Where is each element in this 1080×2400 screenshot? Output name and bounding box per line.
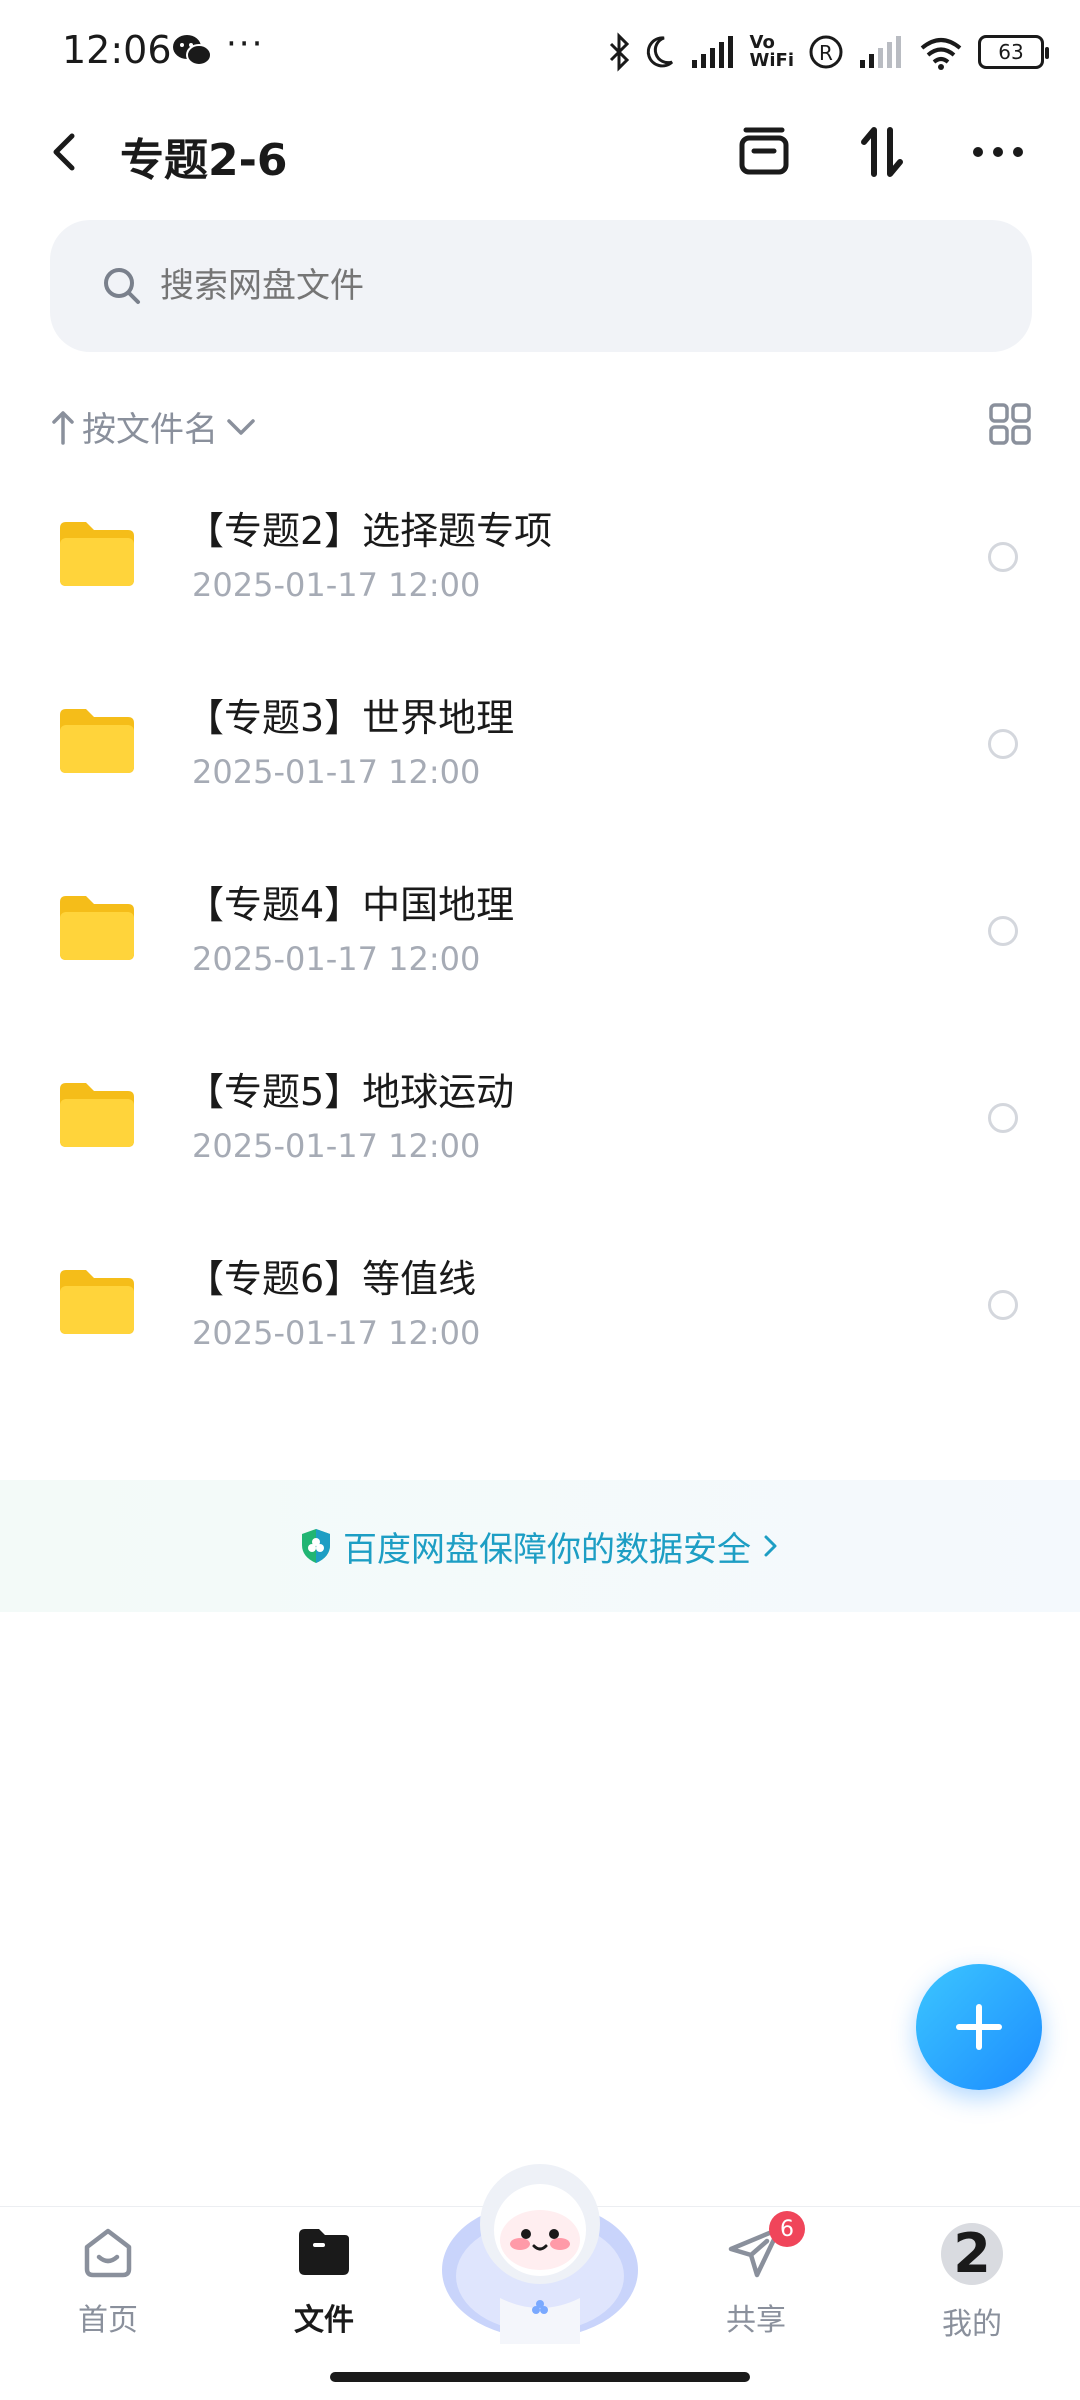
archive-button[interactable]	[734, 122, 794, 182]
nav-home[interactable]: 首页	[38, 2223, 178, 2339]
vowifi-indicator: Vo WiFi	[750, 34, 795, 70]
list-item[interactable]: 【专题5】地球运动 2025-01-17 12:00	[0, 1031, 1080, 1218]
chevron-down-icon	[227, 418, 255, 435]
folder-icon	[60, 709, 134, 773]
wifi-icon	[920, 38, 962, 70]
page-title: 专题2-6	[120, 135, 288, 186]
file-name: 【专题4】中国地理	[186, 883, 515, 927]
list-item[interactable]: 【专题6】等值线 2025-01-17 12:00	[0, 1218, 1080, 1405]
files-icon	[295, 2223, 353, 2281]
sort-label: 按文件名	[82, 410, 218, 450]
svg-text:R: R	[819, 41, 833, 65]
folder-icon	[60, 896, 134, 960]
status-more-dots: ···	[226, 24, 265, 64]
nav-share[interactable]: 6 共享	[686, 2211, 826, 2339]
select-radio[interactable]	[988, 729, 1018, 759]
security-banner[interactable]: 百度网盘保障你的数据安全	[0, 1480, 1080, 1612]
grid-view-icon[interactable]	[988, 402, 1032, 446]
select-radio[interactable]	[988, 1103, 1018, 1133]
signal-2-icon	[860, 36, 901, 68]
folder-icon	[60, 1270, 134, 1334]
share-icon: 6	[727, 2211, 805, 2281]
file-list: 【专题2】选择题专项 2025-01-17 12:00 【专题3】世界地理 20…	[0, 470, 1080, 1405]
search-icon	[104, 268, 140, 304]
file-date: 2025-01-17 12:00	[192, 566, 481, 604]
more-icon	[973, 147, 1023, 157]
status-indicators: Vo WiFi R 63	[608, 30, 1049, 74]
back-icon[interactable]	[44, 126, 88, 178]
chevron-right-icon	[764, 1535, 777, 1557]
sort-by-name-button[interactable]: 按文件名	[50, 402, 258, 451]
nav-files-label: 文件	[294, 2303, 354, 2338]
search-bar[interactable]	[50, 220, 1032, 352]
list-item[interactable]: 【专题4】中国地理 2025-01-17 12:00	[0, 844, 1080, 1031]
bluetooth-icon	[609, 32, 629, 72]
folder-icon	[60, 1083, 134, 1147]
shield-icon	[302, 1529, 330, 1563]
more-button[interactable]	[968, 122, 1028, 182]
archive-icon	[739, 127, 789, 175]
select-radio[interactable]	[988, 1290, 1018, 1320]
status-time: 12:06	[62, 28, 172, 72]
list-item[interactable]: 【专题2】选择题专项 2025-01-17 12:00	[0, 470, 1080, 657]
security-text: 百度网盘保障你的数据安全	[343, 1529, 751, 1570]
list-item[interactable]: 【专题3】世界地理 2025-01-17 12:00	[0, 657, 1080, 844]
select-radio[interactable]	[988, 542, 1018, 572]
arrow-up-icon	[52, 410, 74, 445]
moon-icon	[646, 36, 673, 68]
plus-icon	[956, 2004, 1002, 2050]
file-name: 【专题2】选择题专项	[186, 509, 553, 553]
share-badge: 6	[769, 2211, 805, 2247]
sort-icon	[861, 127, 903, 177]
select-radio[interactable]	[988, 916, 1018, 946]
file-date: 2025-01-17 12:00	[192, 1314, 481, 1352]
registered-icon: R	[809, 35, 843, 69]
folder-icon	[60, 522, 134, 586]
nav-mine-label: 我的	[942, 2307, 1002, 2342]
home-indicator	[330, 2372, 750, 2382]
avatar: 2	[941, 2223, 1003, 2285]
add-button[interactable]	[916, 1964, 1042, 2090]
avatar-text: 2	[953, 2222, 991, 2285]
mascot-icon[interactable]	[438, 2148, 642, 2344]
nav-files[interactable]: 文件	[254, 2223, 394, 2339]
home-icon	[79, 2223, 137, 2281]
nav-mine[interactable]: 2 我的	[902, 2223, 1042, 2343]
file-date: 2025-01-17 12:00	[192, 753, 481, 791]
file-date: 2025-01-17 12:00	[192, 940, 481, 978]
battery-level: 63	[998, 40, 1024, 64]
file-name: 【专题6】等值线	[186, 1257, 477, 1301]
file-name: 【专题5】地球运动	[186, 1070, 515, 1114]
battery-indicator: 63	[978, 35, 1049, 69]
signal-icon	[691, 36, 733, 68]
nav-home-label: 首页	[78, 2303, 138, 2338]
file-name: 【专题3】世界地理	[186, 696, 515, 740]
file-date: 2025-01-17 12:00	[192, 1127, 481, 1165]
nav-share-label: 共享	[726, 2303, 786, 2338]
status-bar: 12:06 ··· Vo WiFi R 63	[0, 0, 1080, 104]
search-input[interactable]	[160, 266, 960, 306]
sort-row: 按文件名	[50, 396, 1032, 456]
sort-button[interactable]	[852, 122, 912, 182]
top-app-bar: 专题2-6	[0, 104, 1080, 200]
vowifi-bottom: WiFi	[749, 50, 795, 71]
wechat-icon	[173, 35, 212, 66]
